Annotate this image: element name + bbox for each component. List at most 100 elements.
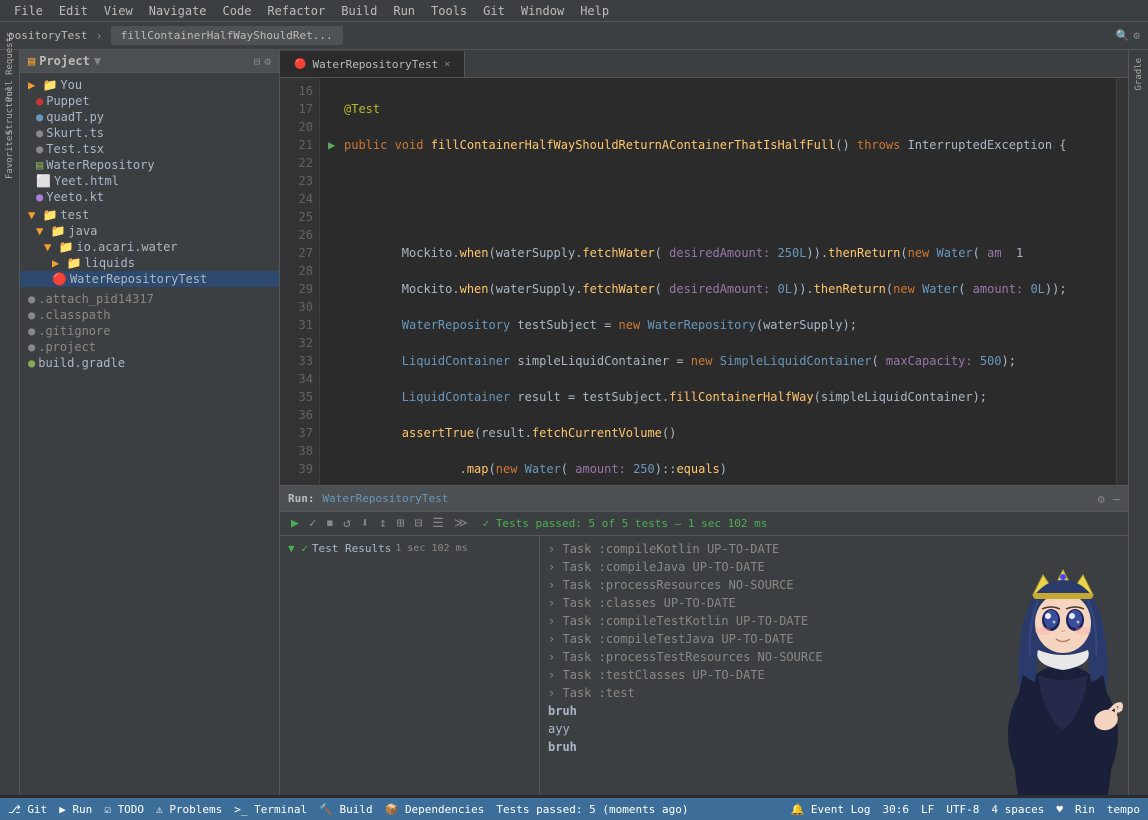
- gradle-panel-label[interactable]: Gradle: [1134, 58, 1144, 91]
- tree-item-yeet[interactable]: ⬜ Yeet.html: [20, 173, 279, 189]
- git-icon: ⎇: [8, 803, 21, 816]
- test-results-item[interactable]: ▼ ✓ Test Results 1 sec 102 ms: [284, 540, 535, 557]
- sidebar-icon-3[interactable]: Favorites: [1, 146, 19, 164]
- event-log-btn[interactable]: 🔔 Event Log: [791, 803, 871, 816]
- line-numbers: 16 17 20 21 22 23 24 25 26 27 28 29 30: [280, 78, 320, 485]
- test-status-text: ✓ Tests passed: 5 of 5 tests – 1 sec 102…: [483, 517, 768, 530]
- bottom-tabs: Run: WaterRepositoryTest ⚙ —: [280, 486, 1128, 512]
- menu-run[interactable]: Run: [387, 2, 421, 20]
- menu-build[interactable]: Build: [335, 2, 383, 20]
- indent-setting[interactable]: 4 spaces: [991, 803, 1044, 816]
- problems-icon: ⚠: [156, 803, 163, 816]
- run-label: Run:: [288, 492, 315, 505]
- event-log-icon: 🔔: [791, 803, 805, 816]
- tree-item-classpath[interactable]: ● .classpath: [20, 307, 279, 323]
- run-filter-button[interactable]: ⬇: [358, 514, 372, 533]
- tree-item-skurt[interactable]: ● Skurt.ts: [20, 125, 279, 141]
- project-collapse-icon[interactable]: ⊟: [254, 55, 261, 68]
- status-msg: Tests passed: 5 (moments ago): [496, 803, 688, 816]
- run-toolbar: ▶ ✓ ⏹ ↺ ⬇ ↕ ⊞ ⊟ ☰ ≫ ✓ Tests passed: 5 of…: [280, 512, 1128, 536]
- sidebar-icon-2[interactable]: Structure: [1, 102, 19, 120]
- menu-bar: File Edit View Navigate Code Refactor Bu…: [0, 0, 1148, 22]
- todo-status-btn[interactable]: ☑ TODO: [104, 803, 144, 816]
- test-pass-icon: ✓: [483, 517, 490, 530]
- run-filename[interactable]: WaterRepositoryTest: [323, 492, 449, 505]
- menu-git[interactable]: Git: [477, 2, 511, 20]
- run-status-btn[interactable]: ▶ Run: [59, 803, 92, 816]
- tree-item-project[interactable]: ● .project: [20, 339, 279, 355]
- build-icon: 🔨: [319, 803, 333, 816]
- search-icon[interactable]: 🔍: [1116, 29, 1130, 42]
- tree-item-io-package[interactable]: ▼ 📁 io.acari.water: [20, 239, 279, 255]
- menu-code[interactable]: Code: [217, 2, 258, 20]
- dependencies-status-btn[interactable]: 📦 Dependencies: [385, 803, 485, 816]
- right-gutter: [1116, 78, 1128, 485]
- project-tree: ▶ 📁 You ● Puppet ● quadT.py ● Skurt.ts ●…: [20, 73, 279, 795]
- console-output: › Task :compileKotlin UP-TO-DATE › Task …: [540, 536, 1128, 795]
- project-title: positoryTest: [8, 29, 87, 42]
- tree-item-java-folder[interactable]: ▼ 📁 java: [20, 223, 279, 239]
- run-stop-button[interactable]: ⏹: [324, 514, 337, 533]
- menu-help[interactable]: Help: [574, 2, 615, 20]
- run-collapse-button[interactable]: ⊟: [411, 514, 425, 533]
- tree-item-liquids[interactable]: ▶ 📁 liquids: [20, 255, 279, 271]
- project-settings-icon[interactable]: ⚙: [264, 55, 271, 68]
- tab-close-icon[interactable]: ×: [444, 59, 450, 70]
- cursor-position: 30:6: [883, 803, 910, 816]
- tree-item-waterrepotest[interactable]: 🔴 WaterRepositoryTest: [20, 271, 279, 287]
- status-bar: ⎇ Git ▶ Run ☑ TODO ⚠ Problems >_ Termina…: [0, 798, 1148, 820]
- editor-tab-waterrepotest[interactable]: 🔴 WaterRepositoryTest ×: [280, 51, 465, 77]
- encoding[interactable]: UTF-8: [946, 803, 979, 816]
- menu-window[interactable]: Window: [515, 2, 570, 20]
- plugin-name[interactable]: tempo: [1107, 803, 1140, 816]
- project-folder-icon: ▤: [28, 54, 35, 68]
- run-list-button[interactable]: ☰: [429, 514, 447, 533]
- build-status-btn[interactable]: 🔨 Build: [319, 803, 372, 816]
- run-icon: ▶: [59, 803, 66, 816]
- menu-navigate[interactable]: Navigate: [143, 2, 213, 20]
- project-panel-title: Project: [39, 54, 90, 68]
- terminal-icon: >_: [234, 803, 247, 816]
- branch-icon: ♥: [1056, 803, 1063, 816]
- run-rerun-button[interactable]: ↺: [340, 514, 354, 533]
- tab-label: WaterRepositoryTest: [312, 58, 438, 71]
- menu-edit[interactable]: Edit: [53, 2, 94, 20]
- left-sidebar-icons: Pull Requests Structure Favorites: [0, 50, 20, 795]
- run-play-button[interactable]: ▶: [288, 514, 302, 533]
- tree-item-waterrepo[interactable]: ▤ WaterRepository: [20, 157, 279, 173]
- tree-item-puppet[interactable]: ● Puppet: [20, 93, 279, 109]
- anime-character: [998, 536, 1128, 795]
- code-content[interactable]: @Test ▶public void fillContainerHalfWayS…: [320, 78, 1116, 485]
- terminal-status-btn[interactable]: >_ Terminal: [234, 803, 307, 816]
- menu-file[interactable]: File: [8, 2, 49, 20]
- tree-item-quadt[interactable]: ● quadT.py: [20, 109, 279, 125]
- tree-item-yeeto[interactable]: ● Yeeto.kt: [20, 189, 279, 205]
- run-sort-button[interactable]: ↕: [376, 514, 390, 533]
- line-ending[interactable]: LF: [921, 803, 934, 816]
- test-tree: ▼ ✓ Test Results 1 sec 102 ms: [280, 536, 540, 795]
- todo-icon: ☑: [104, 803, 111, 816]
- run-check-button[interactable]: ✓: [306, 514, 320, 533]
- editor-tabs: 🔴 WaterRepositoryTest ×: [280, 50, 1128, 78]
- run-expand-button[interactable]: ⊞: [394, 514, 408, 533]
- settings-icon[interactable]: ⚙: [1133, 29, 1140, 42]
- menu-view[interactable]: View: [98, 2, 139, 20]
- tree-item-build-gradle[interactable]: ● build.gradle: [20, 355, 279, 371]
- tree-item-attach[interactable]: ● .attach_pid14317: [20, 291, 279, 307]
- project-dropdown-icon[interactable]: ▼: [94, 54, 101, 68]
- tree-item-test-folder[interactable]: ▼ 📁 test: [20, 207, 279, 223]
- git-status[interactable]: ⎇ Git: [8, 803, 47, 816]
- branch-name: Rin: [1075, 803, 1095, 816]
- run-settings-button[interactable]: ⚙: [1098, 492, 1105, 506]
- tree-item-test-tsx[interactable]: ● Test.tsx: [20, 141, 279, 157]
- menu-refactor[interactable]: Refactor: [261, 2, 331, 20]
- menu-tools[interactable]: Tools: [425, 2, 473, 20]
- run-close-button[interactable]: —: [1113, 492, 1120, 506]
- breadcrumb-file: fillContainerHalfWayShouldRet...: [111, 26, 343, 45]
- run-more-button[interactable]: ≫: [451, 514, 471, 533]
- dependencies-icon: 📦: [385, 803, 399, 816]
- tree-item-you[interactable]: ▶ 📁 You: [20, 77, 279, 93]
- problems-status-btn[interactable]: ⚠ Problems: [156, 803, 222, 816]
- tree-item-gitignore[interactable]: ● .gitignore: [20, 323, 279, 339]
- sidebar-icon-1[interactable]: Pull Requests: [1, 58, 19, 76]
